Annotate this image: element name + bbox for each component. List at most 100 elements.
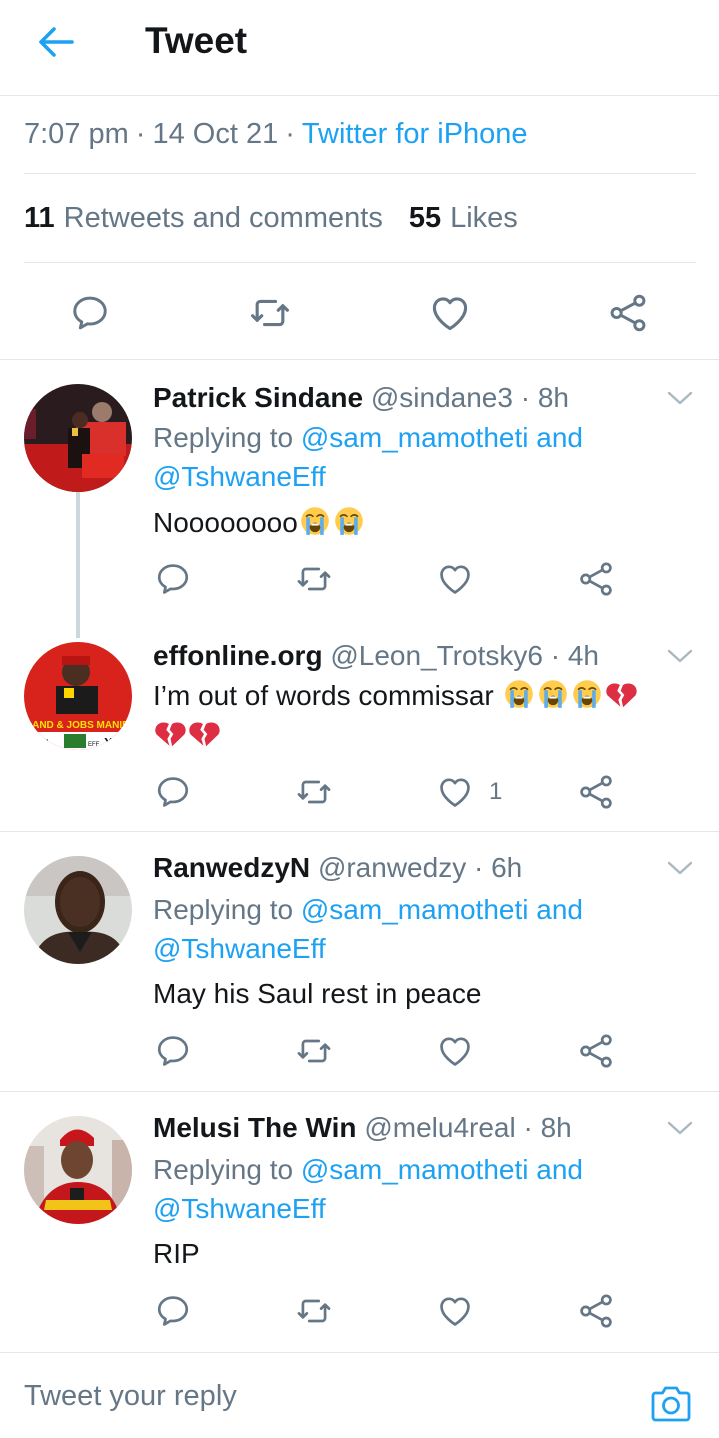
mention-link[interactable]: @sam_mamotheti	[301, 894, 529, 925]
svg-text:EFF: EFF	[88, 742, 100, 748]
reply-button[interactable]	[154, 1292, 192, 1330]
replying-to-label: Replying to	[153, 422, 301, 453]
retweet-button[interactable]	[294, 560, 334, 598]
reply-body: Noooooooo	[153, 507, 298, 538]
reply-button[interactable]	[66, 289, 114, 337]
retweet-button[interactable]	[294, 773, 334, 811]
broken-heart-icon	[604, 677, 638, 711]
like-count: 1	[489, 778, 503, 805]
svg-text:LAND & JOBS MANIF: LAND & JOBS MANIF	[26, 720, 128, 731]
user-handle[interactable]: @ranwedzy	[318, 852, 466, 883]
page-title: Tweet	[145, 20, 248, 61]
share-button[interactable]	[604, 289, 652, 337]
avatar[interactable]	[24, 1116, 132, 1224]
like-button[interactable]	[426, 289, 474, 337]
tweet-date: 14 Oct 21	[152, 118, 279, 150]
likes-count: 55	[408, 201, 442, 234]
like-button[interactable]	[435, 560, 475, 598]
tweet-time: 7:07 pm	[24, 118, 129, 150]
reply-button[interactable]	[154, 773, 192, 811]
reply-icon	[154, 560, 192, 598]
tweet-options-button[interactable]	[664, 856, 696, 880]
user-handle[interactable]: @Leon_Trotsky6	[330, 640, 543, 671]
user-name[interactable]: Melusi The Win	[153, 1112, 357, 1143]
retweet-button[interactable]	[294, 1032, 334, 1070]
share-button[interactable]	[577, 1292, 615, 1330]
like-icon	[435, 773, 475, 811]
loudly-crying-face-icon	[298, 504, 332, 538]
chevron-down-icon	[667, 649, 693, 663]
replying-to-label: Replying to	[153, 1154, 301, 1185]
reply-time: 6h	[491, 852, 523, 883]
tweet-options-button[interactable]	[664, 644, 696, 668]
reply-time: 4h	[567, 640, 599, 671]
reply-time: 8h	[537, 382, 569, 413]
like-icon	[428, 291, 472, 335]
reply-button[interactable]	[154, 560, 192, 598]
tweet-action-bar	[0, 263, 719, 360]
chevron-down-icon	[667, 861, 693, 875]
user-handle[interactable]: @melu4real	[364, 1112, 515, 1143]
retweet-button[interactable]	[294, 1292, 334, 1330]
camera-button[interactable]	[650, 1385, 692, 1425]
reply-button[interactable]	[154, 1032, 192, 1070]
likes-stat[interactable]: 55 Likes	[409, 202, 518, 235]
user-handle[interactable]: @sindane3	[371, 382, 513, 413]
loudly-crying-face-icon	[536, 677, 570, 711]
reply-tweet[interactable]: Patrick Sindane @sindane3 · 8h Replying …	[0, 360, 719, 632]
tweet-source-link[interactable]: Twitter for iPhone	[302, 118, 528, 151]
reply-tweet[interactable]: RanwedzyN @ranwedzy · 6h Replying to @sa…	[0, 832, 719, 1092]
like-button[interactable]: 1	[435, 773, 502, 811]
mention-link[interactable]: @TshwaneEff	[153, 1193, 326, 1224]
separator-dot: ·	[285, 118, 295, 150]
back-button[interactable]	[34, 22, 78, 62]
mention-link[interactable]: @sam_mamotheti	[301, 1154, 529, 1185]
back-arrow-icon	[39, 27, 74, 57]
tweet-options-button[interactable]	[664, 386, 696, 410]
reply-tweet[interactable]: LAND & JOBS MANIF OTE EFF X effonline.or…	[0, 632, 719, 832]
reply-time: 8h	[540, 1112, 572, 1143]
reply-header: Melusi The Win @melu4real · 8h	[153, 1112, 572, 1144]
user-name[interactable]: RanwedzyN	[153, 852, 310, 883]
share-button[interactable]	[577, 560, 615, 598]
mention-link[interactable]: @TshwaneEff	[153, 461, 326, 492]
like-button[interactable]	[435, 1292, 475, 1330]
reply-icon	[154, 1032, 192, 1070]
reply-text: Noooooooo	[153, 503, 693, 542]
loudly-crying-face-icon	[502, 677, 536, 711]
loudly-crying-face-icon	[570, 677, 604, 711]
mention-link[interactable]: @sam_mamotheti	[301, 422, 529, 453]
broken-heart-icon	[187, 716, 221, 750]
retweet-icon	[294, 773, 334, 811]
reply-header: Patrick Sindane @sindane3 · 8h	[153, 382, 569, 414]
top-bar: Tweet	[0, 0, 719, 96]
tweet-options-button[interactable]	[664, 1116, 696, 1140]
reply-text: May his Saul rest in peace	[153, 978, 482, 1009]
share-button[interactable]	[577, 1032, 615, 1070]
retweets-stat[interactable]: 11 Retweets and comments	[24, 202, 383, 235]
mention-link[interactable]: @TshwaneEff	[153, 933, 326, 964]
like-icon	[435, 1032, 475, 1070]
broken-heart-icon	[153, 716, 187, 750]
retweet-button[interactable]	[246, 289, 294, 337]
svg-text:OTE: OTE	[30, 738, 49, 748]
separator-dot: ·	[550, 640, 561, 671]
reply-body: I’m out of words commissar	[153, 680, 502, 711]
like-icon	[435, 1292, 475, 1330]
reply-tweet[interactable]: Melusi The Win @melu4real · 8h Replying …	[0, 1092, 719, 1352]
user-name[interactable]: Patrick Sindane	[153, 382, 363, 413]
share-icon	[577, 773, 615, 811]
avatar[interactable]	[24, 856, 132, 964]
share-button[interactable]	[577, 773, 615, 811]
user-name[interactable]: effonline.org	[153, 640, 323, 671]
reply-header: RanwedzyN @ranwedzy · 6h	[153, 852, 522, 884]
separator-dot: ·	[520, 382, 531, 413]
reply-icon	[69, 292, 111, 334]
share-icon	[577, 1032, 615, 1070]
avatar[interactable]: LAND & JOBS MANIF OTE EFF X	[24, 642, 132, 750]
like-button[interactable]	[435, 1032, 475, 1070]
avatar[interactable]	[24, 384, 132, 492]
likes-label: Likes	[450, 201, 518, 234]
reply-input[interactable]	[24, 1373, 624, 1419]
reply-text: I’m out of words commissar	[153, 676, 693, 754]
